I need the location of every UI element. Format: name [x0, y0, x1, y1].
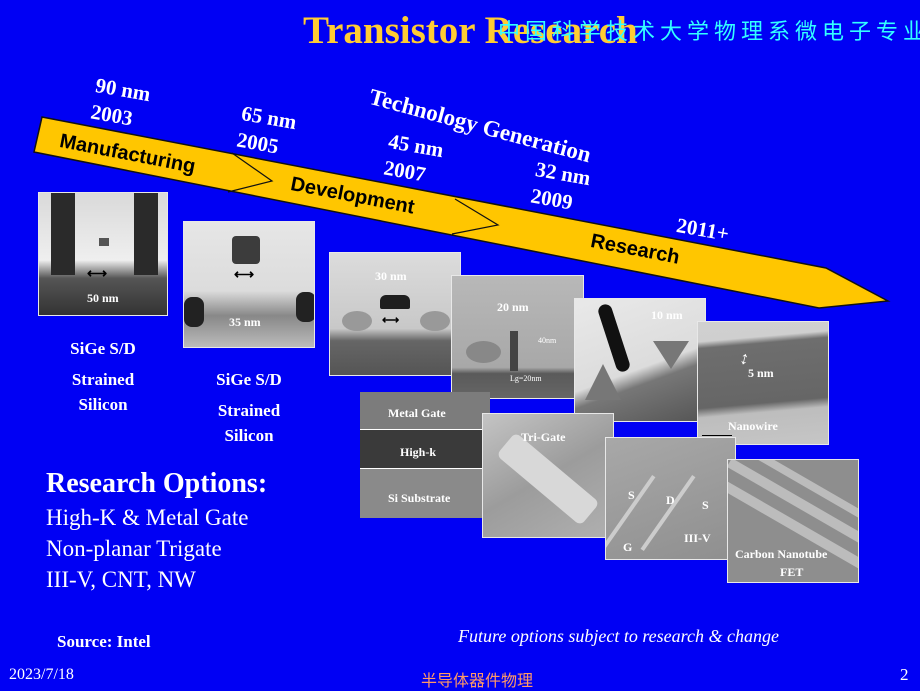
- gate-label: G: [623, 540, 633, 554]
- scale-bar: [702, 435, 732, 436]
- caption-line: Silicon: [78, 395, 128, 414]
- image-label: 30 nm: [375, 269, 407, 283]
- material-label: III-V: [684, 531, 711, 545]
- generation-65nm: 65 nm 2005: [235, 100, 299, 163]
- sem-image-iii-v: S D S G III-V: [605, 437, 736, 560]
- footer-course: 半导体器件物理: [421, 671, 534, 690]
- future-note: Future options subject to research & cha…: [458, 626, 779, 646]
- source-note: Source: Intel: [57, 632, 151, 651]
- image-label: 35 nm: [229, 315, 261, 329]
- double-arrow-icon: ⟷: [234, 268, 255, 283]
- source-label: S: [628, 488, 635, 502]
- sem-image-cnt-fet: Carbon Nanotube FET: [727, 459, 859, 583]
- source-label: S: [702, 498, 709, 512]
- tem-image-nanowire: ↕ 5 nm Nanowire: [697, 321, 829, 445]
- sem-image-trigate: Tri-Gate: [482, 413, 614, 538]
- caption-65nm: SiGe S/D Strained Silicon: [198, 367, 300, 448]
- image-label: 10 nm: [651, 308, 683, 322]
- page-number: 2: [900, 665, 909, 684]
- drain-label: D: [666, 493, 675, 507]
- research-option-item: High-K & Metal Gate: [46, 505, 249, 530]
- footer-date: 2023/7/18: [9, 666, 74, 683]
- caption-line: SiGe S/D: [216, 370, 282, 389]
- slide: { "slide": { "title": "Transistor Resear…: [0, 0, 920, 690]
- image-caption: Nanowire: [728, 419, 778, 433]
- caption-line: Silicon: [224, 426, 274, 445]
- gate-stack-image: Metal Gate High-k Si Substrate: [360, 392, 490, 518]
- gate-length-annotation: Lg=20nm: [510, 374, 542, 383]
- image-label: 5 nm: [748, 366, 774, 380]
- layer-label-si-substrate: Si Substrate: [388, 491, 451, 505]
- double-arrow-icon: ⟷: [382, 313, 400, 327]
- tem-image-45nm: ⟷ 30 nm: [329, 252, 461, 376]
- tem-image-32nm: 40nm Lg=20nm 20 nm: [451, 275, 584, 399]
- image-label: 50 nm: [87, 291, 119, 305]
- research-option-item: Non-planar Trigate: [46, 536, 222, 561]
- tem-image-10nm: 10 nm: [574, 298, 706, 422]
- image-label-2: FET: [780, 565, 804, 579]
- height-annotation: 40nm: [538, 336, 557, 345]
- double-arrow-icon: ⟷: [87, 267, 108, 282]
- image-label: Carbon Nanotube: [735, 547, 828, 561]
- research-options-title: Research Options:: [46, 468, 268, 499]
- generation-45nm: 45 nm 2007: [382, 128, 446, 191]
- layer-label-high-k: High-k: [400, 445, 437, 459]
- image-label: 20 nm: [497, 300, 529, 314]
- tem-image-90nm: ⟷ 50 nm: [38, 192, 168, 316]
- caption-line: Strained: [71, 370, 135, 389]
- image-label: Tri-Gate: [521, 430, 566, 444]
- generation-90nm: 90 nm 2003: [89, 72, 153, 135]
- caption-90nm: SiGe S/D Strained Silicon: [52, 336, 154, 417]
- tem-image-65nm: ⟷ 35 nm: [183, 221, 315, 348]
- caption-line: SiGe S/D: [70, 339, 136, 358]
- caption-line: Strained: [217, 401, 281, 420]
- research-option-item: III-V, CNT, NW: [46, 567, 196, 592]
- layer-label-metal-gate: Metal Gate: [388, 406, 446, 420]
